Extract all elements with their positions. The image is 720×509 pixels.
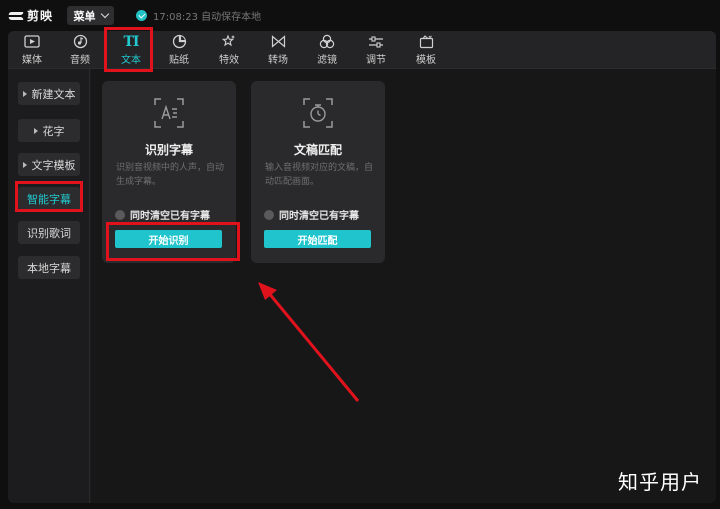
content-area: 识别字幕 识别音视频中的人声，自动生成字幕。 同时清空已有字幕 开始识别 文稿匹… (91, 69, 716, 503)
card-description: 识别音视频中的人声，自动生成字幕。 (116, 163, 225, 187)
tab-label: 调节 (366, 54, 386, 66)
checkbox-icon[interactable] (264, 209, 274, 220)
script-match-icon (303, 98, 333, 128)
title-bar: 剪映 菜单 17:08:23 自动保存本地 (0, 0, 720, 31)
tab-adjust[interactable]: 调节 (356, 33, 396, 67)
tab-label: 模板 (416, 54, 436, 66)
audio-icon (72, 34, 88, 49)
caret-right-icon (22, 161, 27, 168)
subtitle-recognition-icon (154, 98, 184, 128)
sticker-icon (171, 34, 187, 49)
sidebar-item-new-text[interactable]: 新建文本 (18, 82, 80, 105)
capcut-logo-icon (9, 10, 23, 22)
menu-button-label: 菜单 (73, 9, 96, 23)
chevron-down-icon (100, 9, 109, 19)
checkbox-label: 同时清空已有字幕 (279, 211, 359, 222)
template-icon (418, 34, 434, 49)
filter-icon (319, 34, 335, 49)
sidebar-item-label: 识别歌词 (27, 226, 71, 240)
app-logo: 剪映 (9, 7, 53, 24)
transition-icon (270, 35, 286, 49)
sidebar-item-label: 文字模板 (31, 158, 76, 172)
tab-effects[interactable]: 特效 (209, 33, 249, 67)
sidebar-item-label: 智能字幕 (27, 192, 71, 206)
tab-transition[interactable]: 转场 (258, 33, 298, 67)
sidebar-item-text-template[interactable]: 文字模板 (18, 153, 80, 176)
sidebar-item-lyrics[interactable]: 识别歌词 (18, 221, 80, 244)
category-tabbar: 媒体 音频 TI 文本 贴纸 特效 转场 滤镜 调节 模板 (8, 31, 716, 69)
watermark: 知乎用户 (618, 470, 702, 494)
text-sidebar: 新建文本 花字 文字模板 智能字幕 识别歌词 本地字幕 (8, 69, 90, 503)
tab-audio[interactable]: 音频 (60, 33, 100, 67)
checkbox-icon[interactable] (115, 209, 125, 220)
tab-label: 媒体 (22, 54, 42, 66)
tab-template[interactable]: 模板 (406, 33, 446, 67)
tab-text[interactable]: TI 文本 (111, 33, 151, 67)
checkbox-label: 同时清空已有字幕 (130, 211, 210, 222)
start-recognition-button[interactable]: 开始识别 (115, 230, 222, 248)
tab-filter[interactable]: 滤镜 (307, 33, 347, 67)
clear-existing-checkbox[interactable]: 同时清空已有字幕 (115, 207, 210, 222)
sidebar-item-smart-subtitle[interactable]: 智能字幕 (18, 187, 80, 210)
tab-sticker[interactable]: 贴纸 (159, 33, 199, 67)
adjust-icon (368, 35, 384, 49)
tab-label: 滤镜 (317, 54, 337, 66)
sidebar-item-label: 花字 (42, 124, 65, 138)
clear-existing-checkbox[interactable]: 同时清空已有字幕 (264, 207, 359, 222)
tab-label: 贴纸 (169, 54, 189, 66)
check-circle-icon (136, 10, 148, 21)
card-title: 识别字幕 (144, 143, 193, 157)
tab-label: 音频 (70, 54, 90, 66)
caret-right-icon (22, 90, 27, 97)
sidebar-item-local-subtitle[interactable]: 本地字幕 (18, 256, 80, 279)
sidebar-item-label: 新建文本 (31, 87, 76, 101)
autosave-status: 17:08:23 自动保存本地 (136, 8, 261, 23)
tab-label: 转场 (268, 54, 288, 66)
sidebar-item-label: 本地字幕 (27, 261, 71, 275)
sidebar-item-fancy-text[interactable]: 花字 (18, 119, 80, 142)
subtitle-recognition-card: 识别字幕 识别音视频中的人声，自动生成字幕。 同时清空已有字幕 开始识别 (102, 81, 236, 263)
asset-panel: 媒体 音频 TI 文本 贴纸 特效 转场 滤镜 调节 模板 新建文本 花字 文字… (8, 31, 716, 503)
card-description: 输入音视频对应的文稿，自动匹配画面。 (265, 163, 374, 187)
autosave-text: 17:08:23 自动保存本地 (153, 12, 262, 23)
tab-media[interactable]: 媒体 (12, 33, 52, 67)
text-icon: TI (123, 33, 140, 50)
caret-right-icon (33, 127, 38, 134)
menu-button[interactable]: 菜单 (67, 6, 115, 25)
start-match-button[interactable]: 开始匹配 (264, 230, 371, 248)
app-name: 剪映 (27, 9, 54, 23)
media-icon (24, 35, 40, 49)
tab-label: 文本 (121, 54, 141, 66)
effects-icon (221, 34, 237, 49)
card-title: 文稿匹配 (293, 143, 342, 157)
script-match-card: 文稿匹配 输入音视频对应的文稿，自动匹配画面。 同时清空已有字幕 开始匹配 (251, 81, 385, 263)
tab-label: 特效 (219, 54, 239, 66)
